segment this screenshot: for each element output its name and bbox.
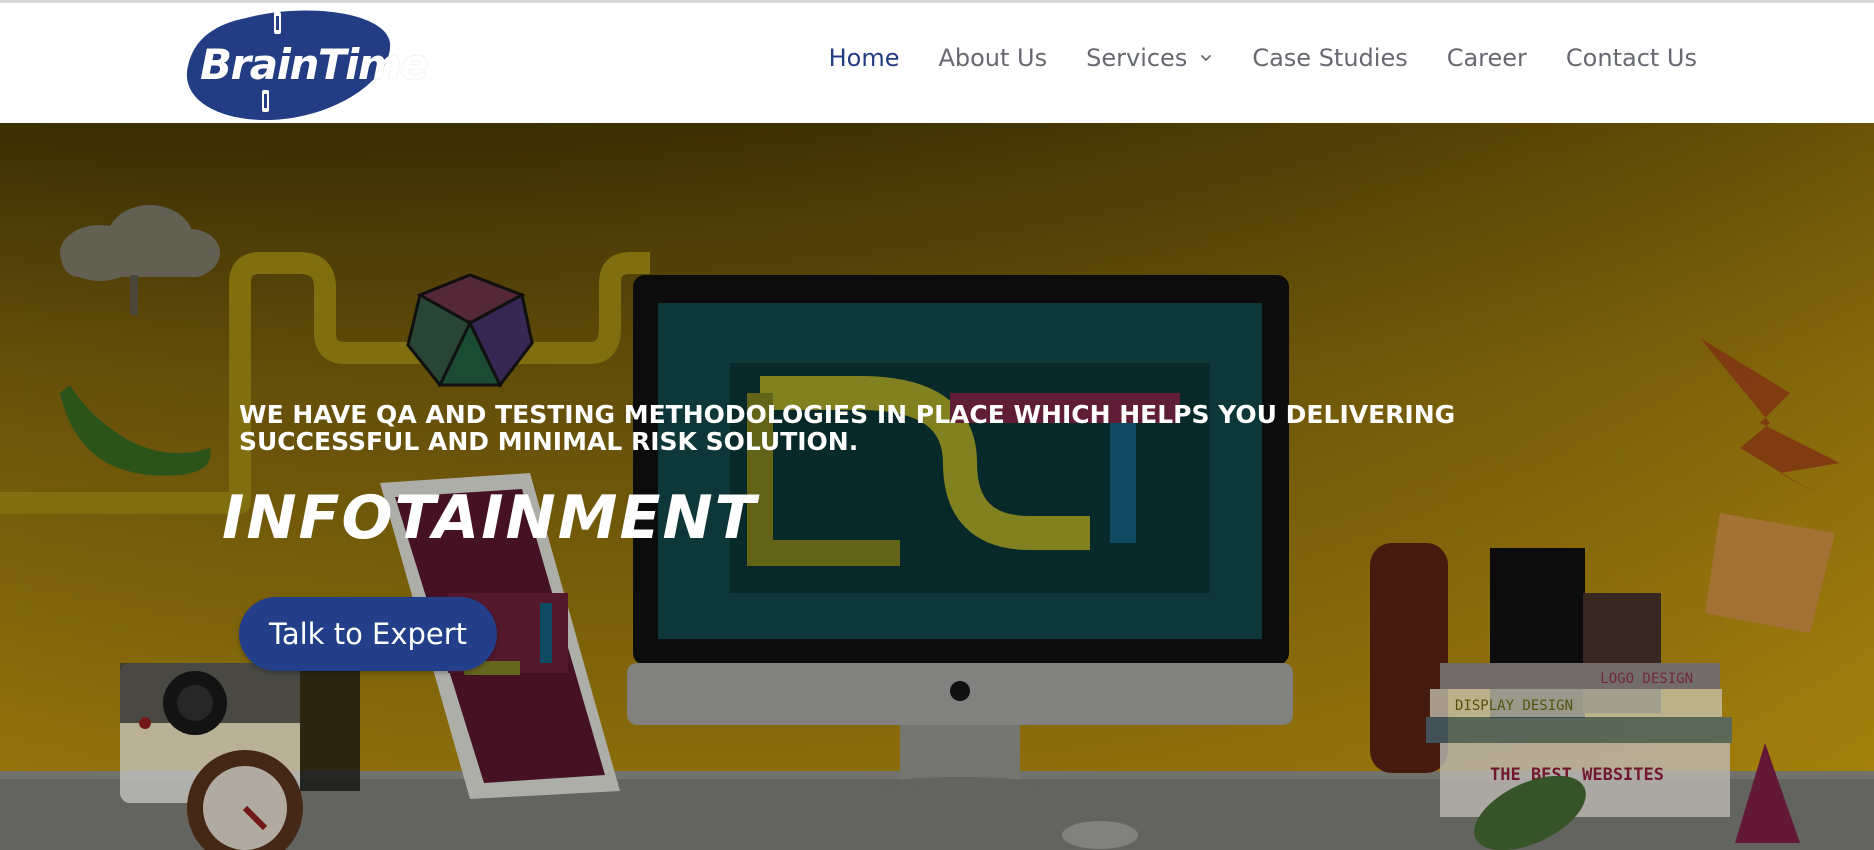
talk-to-expert-button[interactable]: Talk to Expert (239, 597, 497, 671)
nav-about-us[interactable]: About Us (938, 44, 1047, 72)
main-nav: Home About Us Services Case Studies Care… (829, 44, 1697, 72)
hero-tagline: WE HAVE QA AND TESTING METHODOLOGIES IN … (239, 400, 1456, 456)
nav-services-label: Services (1086, 44, 1188, 72)
chevron-down-icon (1201, 55, 1212, 61)
nav-home[interactable]: Home (829, 44, 900, 72)
site-header: BrainTime Professionel Services Home Abo… (0, 3, 1874, 123)
logo-tagline: Professionel Services (300, 84, 358, 106)
hero-section: LOGO DESIGN DISPLAY DESIGN THE BEST WEBS… (0, 123, 1874, 850)
nav-services[interactable]: Services (1086, 44, 1213, 72)
hero-headline: INFOTAINMENT (222, 483, 758, 553)
nav-career[interactable]: Career (1447, 44, 1527, 72)
nav-case-studies[interactable]: Case Studies (1252, 44, 1407, 72)
brand-logo[interactable]: BrainTime Professionel Services (186, 8, 429, 122)
logo-wordmark: BrainTime (200, 40, 429, 89)
nav-contact-us[interactable]: Contact Us (1566, 44, 1697, 72)
